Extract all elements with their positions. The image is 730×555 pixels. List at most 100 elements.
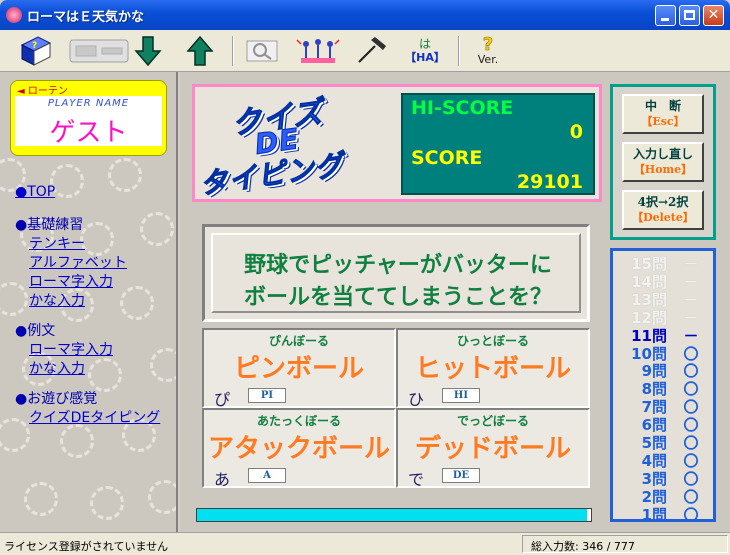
- question-list-row: 13問－: [613, 289, 713, 309]
- hammer-button[interactable]: [352, 34, 392, 68]
- question-box: 野球でピッチャーがバッターに ボールを当ててしまうことを？: [202, 224, 590, 322]
- players-button[interactable]: [292, 34, 344, 68]
- question-list-row: 5問〇: [613, 432, 713, 452]
- choice-reading: ぴんぼーる: [268, 334, 329, 348]
- menu-basic-kana[interactable]: かな入力: [29, 290, 85, 310]
- toolbar-separator: [458, 36, 460, 66]
- swirl-decoration: [0, 282, 28, 316]
- four-to-two-label: 4択→2択: [637, 195, 689, 209]
- choice-key: DE: [442, 468, 480, 483]
- license-status: ライセンス登録がされていません: [4, 540, 169, 553]
- choice-1[interactable]: ぴんぼーる ピンボール ぴ PI: [202, 328, 396, 409]
- player-name-label: PLAYER NAME: [47, 98, 130, 109]
- maximize-button[interactable]: [679, 5, 700, 26]
- up-button[interactable]: [182, 34, 218, 68]
- version-label: Ver.: [477, 53, 499, 66]
- question-list-row: 14問－: [613, 271, 713, 291]
- pause-button[interactable]: 中 断 【Esc】: [622, 94, 704, 134]
- swirl-decoration: [120, 286, 154, 320]
- minimize-button[interactable]: [655, 5, 676, 26]
- magnifier-icon: [246, 40, 278, 62]
- choice-kana: ぴ: [214, 390, 231, 409]
- question-list-row: 9問〇: [613, 360, 713, 380]
- choice-reading: あたっくぼーる: [256, 414, 341, 428]
- sidebar: ◄ ローテン PLAYER NAME ゲスト ●TOP ●基礎練習 テンキー ア…: [0, 72, 178, 532]
- question-list-row: 15問－: [613, 253, 713, 273]
- input-count: 総入力数: 346 / 777: [522, 535, 728, 553]
- question-list-row: 12問－: [613, 307, 713, 327]
- ha-label-bottom: 【HA】: [405, 51, 445, 64]
- choice-key: HI: [442, 388, 480, 403]
- help-book-button[interactable]: ?: [14, 34, 56, 68]
- question-list-row: 6問〇: [613, 414, 713, 434]
- hi-score-label: HI-SCORE: [411, 97, 514, 119]
- question-list-row: 7問〇: [613, 396, 713, 416]
- logo-line3: タイピング: [197, 148, 346, 202]
- four-to-two-button[interactable]: 4択→2択 【Delete】: [622, 190, 704, 230]
- device-icon: [69, 39, 129, 63]
- ha-button[interactable]: は 【HA】: [400, 34, 450, 68]
- arrow-up-icon: [186, 35, 214, 66]
- menu-basic-tenkey[interactable]: テンキー: [29, 233, 85, 253]
- choice-reading: ひっとぼーる: [456, 334, 529, 348]
- question-inner: 野球でピッチャーがバッターに ボールを当ててしまうことを？: [211, 233, 581, 313]
- swirl-decoration: [150, 348, 176, 382]
- question-icon: ?: [482, 34, 494, 55]
- choice-kana: ひ: [408, 390, 425, 409]
- hammer-icon: [358, 37, 386, 63]
- choice-4[interactable]: でっどぼーる デッドボール で DE: [396, 408, 590, 489]
- menu-sentence-heading: ●例文: [15, 323, 56, 339]
- menu-top[interactable]: ●TOP: [15, 184, 55, 200]
- four-to-two-key: 【Delete】: [632, 211, 694, 224]
- question-list-row: 10問〇: [613, 343, 713, 363]
- app-icon: [6, 7, 22, 23]
- pause-key: 【Esc】: [641, 115, 685, 128]
- question-list-row: 11問－: [613, 325, 713, 345]
- view-button[interactable]: [242, 34, 282, 68]
- hi-score-value: 0: [569, 121, 583, 143]
- choice-word: ヒットボール: [414, 354, 571, 384]
- question-list-row: 1問〇: [613, 504, 713, 524]
- choice-key: PI: [248, 388, 286, 403]
- arrow-down-icon: [134, 36, 162, 67]
- time-progress-bar: [196, 508, 592, 522]
- device-button[interactable]: [66, 34, 132, 68]
- question-number: 1問: [641, 505, 667, 524]
- window-title: ローマはＥ天気かな: [27, 10, 145, 25]
- choice-3[interactable]: あたっくぼーる アタックボール あ A: [202, 408, 396, 489]
- score-value: 29101: [516, 171, 583, 193]
- question-line1: 野球でピッチャーがバッターに: [244, 252, 552, 278]
- status-bar: ライセンス登録がされていません 総入力数: 346 / 777: [0, 532, 730, 555]
- version-button[interactable]: ? Ver.: [466, 34, 510, 68]
- menu-fun-quiz[interactable]: クイズDEタイピング: [29, 407, 160, 427]
- logo-score-panel: クイズ DE タイピング HI-SCORE 0 SCORE 29101: [192, 84, 602, 202]
- menu-top-link[interactable]: ●TOP: [15, 184, 55, 200]
- brand-label: ◄ ローテン: [17, 86, 68, 97]
- question-list-row: 8問〇: [613, 378, 713, 398]
- people-icon: [296, 39, 340, 63]
- menu-basic-alphabet[interactable]: アルファベット: [29, 252, 127, 272]
- question-list: 15問－ 14問－ 13問－ 12問－ 11問－ 10問〇 9問〇 8問〇 7問〇 6問〇 5問〇 4…: [610, 248, 716, 524]
- menu-basic-romaji[interactable]: ローマ字入力: [29, 271, 113, 291]
- title-bar: ローマはＥ天気かな ✕: [0, 0, 730, 30]
- score-box: HI-SCORE 0 SCORE 29101: [401, 93, 595, 195]
- menu-sentence-kana[interactable]: かな入力: [29, 358, 85, 378]
- choice-word: デッドボール: [414, 434, 571, 464]
- menu-sentence-romaji[interactable]: ローマ字入力: [29, 339, 113, 359]
- choice-reading: でっどぼーる: [456, 414, 529, 428]
- down-button[interactable]: [130, 34, 166, 68]
- ha-label-top: は: [418, 37, 431, 51]
- book-icon: ?: [20, 36, 52, 66]
- control-panel: 中 断 【Esc】 入力し直し 【Home】 4択→2択 【Delete】: [610, 84, 716, 240]
- swirl-decoration: [0, 418, 30, 452]
- question-list-row: 3問〇: [613, 468, 713, 488]
- menu-fun-heading: ●お遊び感覚: [15, 391, 98, 407]
- retype-label: 入力し直し: [632, 147, 693, 161]
- choice-2[interactable]: ひっとぼーる ヒットボール ひ HI: [396, 328, 590, 409]
- toolbar-separator: [232, 36, 234, 66]
- menu-basic-heading: ●基礎練習: [15, 217, 84, 233]
- toolbar: ? は 【HA】 ? Ver.: [0, 30, 730, 72]
- retype-button[interactable]: 入力し直し 【Home】: [622, 142, 704, 182]
- swirl-decoration: [88, 358, 122, 392]
- close-button[interactable]: ✕: [703, 5, 724, 26]
